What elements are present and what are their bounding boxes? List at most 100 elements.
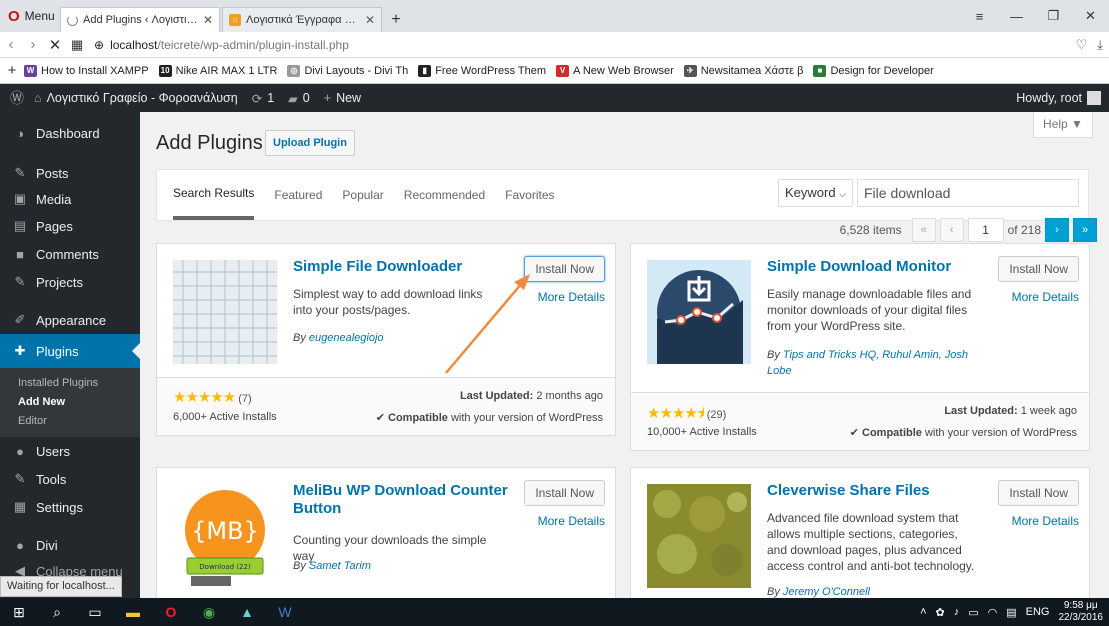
bookmark-item[interactable]: W How to Install XAMPP — [24, 64, 149, 77]
download-icon[interactable]: ⤓ — [1097, 37, 1103, 53]
tab-favorites[interactable]: Favorites — [505, 170, 554, 220]
check-icon: ✔ — [849, 427, 859, 439]
plugin-name-link[interactable]: MeliBu WP Download Counter Button — [293, 482, 513, 518]
sidebar-item-settings[interactable]: ▦ Settings — [0, 493, 140, 521]
bookmark-item[interactable]: ▮ Free WordPress Them — [418, 64, 546, 77]
minimize-icon[interactable]: — — [998, 9, 1035, 24]
submenu-installed-plugins[interactable]: Installed Plugins — [0, 374, 140, 393]
current-page-input[interactable]: 1 — [967, 218, 1004, 242]
volume-icon[interactable]: ♪ — [954, 606, 960, 618]
install-now-button[interactable]: Install Now — [524, 480, 605, 506]
updates-link[interactable]: ⟳ 1 — [252, 91, 274, 106]
compatibility: ✔ Compatible with your version of WordPr… — [850, 426, 1077, 439]
install-now-button[interactable]: Install Now — [998, 480, 1079, 506]
plugin-name-link[interactable]: Simple File Downloader — [293, 258, 513, 276]
author-link[interactable]: Tips and Tricks HQ, Ruhul Amin, Josh Lob… — [767, 349, 968, 377]
clock[interactable]: 9:58 μμ 22/3/2016 — [1059, 600, 1104, 624]
tray-app-icon[interactable]: ✿ — [936, 606, 945, 619]
next-page-button[interactable]: › — [1045, 218, 1069, 242]
account-menu[interactable]: Howdy, root — [1016, 84, 1101, 112]
tab-search-results[interactable]: Search Results — [173, 170, 255, 220]
speed-dial-icon[interactable]: ▦ — [66, 37, 88, 53]
more-details-link[interactable]: More Details — [1012, 514, 1079, 528]
sidebar-item-divi[interactable]: ● Divi — [0, 531, 140, 559]
bookmark-item[interactable]: ◎ Divi Layouts - Divi Th — [287, 64, 408, 77]
sidebar-item-dashboard[interactable]: ◑ Dashboard — [0, 116, 140, 150]
author-link[interactable]: eugenealegiojo — [309, 332, 384, 344]
tab-featured[interactable]: Featured — [274, 170, 322, 220]
new-content-link[interactable]: + New — [324, 91, 361, 105]
search-icon[interactable]: ⌕ — [38, 598, 76, 626]
rating-count[interactable]: (29) — [707, 409, 727, 421]
more-details-link[interactable]: More Details — [538, 290, 605, 304]
plugin-thumbnail[interactable] — [647, 260, 751, 364]
close-tab-icon[interactable]: ✕ — [203, 13, 213, 27]
opera-icon[interactable]: O — [152, 598, 190, 626]
tab-popular[interactable]: Popular — [342, 170, 383, 220]
tray-chevron-up-icon[interactable]: ˄ — [920, 606, 926, 618]
bookmark-item[interactable]: VA New Web Browser — [556, 64, 674, 77]
wordpress-logo-icon[interactable]: Ⓦ — [0, 88, 34, 108]
bookmark-item[interactable]: ■ Design for Developer — [813, 64, 934, 77]
comment-icon: ▰ — [288, 91, 298, 106]
help-tab-button[interactable]: Help ▼ — [1033, 112, 1093, 138]
plugin-author: By Jeremy O'Connell — [767, 586, 870, 598]
upload-plugin-button[interactable]: Upload Plugin — [265, 130, 355, 156]
site-name-link[interactable]: ⌂ Λογιστικό Γραφείο - Φοροανάλυση — [34, 91, 238, 105]
author-link[interactable]: Jeremy O'Connell — [783, 586, 870, 598]
add-bookmark-icon[interactable]: + — [0, 62, 24, 79]
close-window-icon[interactable]: ✕ — [1072, 8, 1109, 24]
submenu-add-new[interactable]: Add New — [0, 393, 140, 412]
battery-icon[interactable]: ▭ — [968, 606, 978, 619]
task-view-icon[interactable]: ▭ — [76, 598, 114, 626]
comments-link[interactable]: ▰ 0 — [288, 91, 310, 106]
plugin-search-input[interactable]: File download — [857, 179, 1079, 207]
sidebar-item-plugins[interactable]: ✚ Plugins — [0, 334, 140, 368]
more-details-link[interactable]: More Details — [538, 514, 605, 528]
close-tab-icon[interactable]: ✕ — [365, 13, 375, 27]
tab-menu-icon[interactable]: ≡ — [961, 9, 998, 24]
submenu-editor[interactable]: Editor — [0, 412, 140, 431]
sidebar-item-users[interactable]: ● Users — [0, 437, 140, 465]
notification-icon[interactable]: ▤ — [1006, 606, 1016, 619]
plugin-name-link[interactable]: Cleverwise Share Files — [767, 482, 987, 500]
windows-start-icon[interactable]: ⊞ — [0, 598, 38, 626]
file-explorer-icon[interactable]: ▬ — [114, 598, 152, 626]
sidebar-item-projects[interactable]: ✎ Projects — [0, 268, 140, 296]
forward-icon[interactable]: › — [22, 36, 44, 53]
more-details-link[interactable]: More Details — [1012, 290, 1079, 304]
chrome-icon[interactable]: ◉ — [190, 598, 228, 626]
bookmark-item[interactable]: 10 Nike AIR MAX 1 LTR — [158, 64, 277, 77]
restore-icon[interactable]: ❐ — [1035, 8, 1072, 24]
install-now-button[interactable]: Install Now — [998, 256, 1079, 282]
heart-bookmark-icon[interactable]: ♡ — [1076, 37, 1088, 53]
bookmark-item[interactable]: ✈ Newsitamea Χάστε β — [683, 64, 803, 77]
wifi-icon[interactable]: ◠ — [988, 606, 998, 619]
url-field[interactable]: ⊕ localhost/teicrete/wp-admin/plugin-ins… — [88, 34, 1076, 56]
author-link[interactable]: Samet Tarim — [309, 560, 371, 572]
sidebar-item-tools[interactable]: ✎ Tools — [0, 465, 140, 493]
plugin-thumbnail[interactable] — [173, 260, 277, 364]
new-tab-button[interactable]: + — [384, 7, 408, 32]
stop-loading-icon[interactable]: ✕ — [44, 36, 66, 54]
sidebar-item-pages[interactable]: ▤ Pages — [0, 212, 140, 240]
browser-tab-add-plugins[interactable]: Add Plugins ‹ Λογιστικό Γρ ✕ — [60, 7, 220, 32]
plugin-thumbnail[interactable]: {MB} Download (22) — [173, 484, 277, 588]
last-page-button[interactable]: » — [1073, 218, 1097, 242]
plugin-name-link[interactable]: Simple Download Monitor — [767, 258, 987, 276]
back-icon[interactable]: ‹ — [0, 36, 22, 53]
browser-tab-documents[interactable]: ⌂ Λογιστικά Έγγραφα – Λογ ✕ — [222, 7, 382, 32]
app-icon[interactable]: ▲ — [228, 598, 266, 626]
rating-count[interactable]: (7) — [238, 393, 251, 405]
sidebar-item-comments[interactable]: ■ Comments — [0, 240, 140, 268]
search-type-select[interactable]: Keyword ⌵ — [777, 179, 853, 207]
install-now-button[interactable]: Install Now — [524, 256, 605, 282]
sidebar-item-posts[interactable]: ✎ Posts — [0, 160, 140, 186]
opera-menu-button[interactable]: O Menu — [0, 0, 60, 32]
sidebar-item-media[interactable]: ▣ Media — [0, 186, 140, 212]
word-icon[interactable]: W — [266, 598, 304, 626]
tab-recommended[interactable]: Recommended — [404, 170, 485, 220]
sidebar-item-appearance[interactable]: ✐ Appearance — [0, 306, 140, 334]
plugin-thumbnail[interactable] — [647, 484, 751, 588]
language-indicator[interactable]: ENG — [1026, 606, 1050, 618]
